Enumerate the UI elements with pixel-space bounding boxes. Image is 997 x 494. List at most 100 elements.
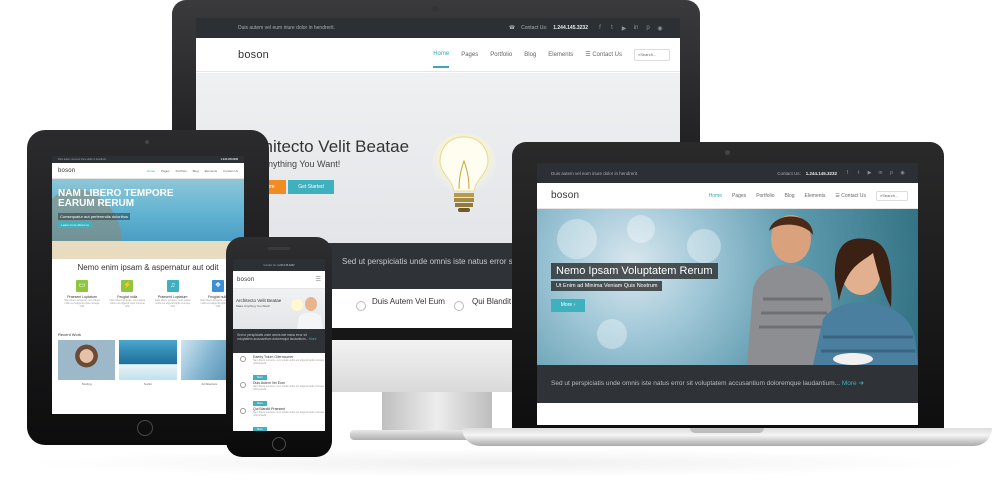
nav-blog[interactable]: Blog bbox=[524, 52, 536, 58]
nav-contact[interactable]: Contact Us bbox=[223, 169, 238, 173]
learn-more-button[interactable]: Learn more about us bbox=[58, 222, 92, 228]
hero-subtitle: Consequatur aut perferendis doloribus bbox=[58, 213, 131, 220]
logo[interactable]: boson bbox=[551, 190, 579, 201]
lightning-icon: ⚡ bbox=[121, 280, 134, 292]
nav-contact[interactable]: ☰ Contact Us bbox=[585, 51, 622, 58]
social-links: f t ▶ in p ◉ bbox=[842, 170, 908, 176]
search-placeholder: Search... bbox=[640, 52, 657, 57]
nav-elements[interactable]: Elements bbox=[205, 169, 218, 173]
nav-pages[interactable]: Pages bbox=[461, 52, 478, 58]
youtube-icon[interactable]: ▶ bbox=[618, 25, 630, 32]
music-icon: ♫ bbox=[166, 280, 179, 292]
laptop-camera bbox=[725, 150, 730, 155]
thumb-labels: Smiling Surfer Architecture bbox=[58, 382, 238, 386]
main-menu: Home Pages Portfolio Blog Elements ☰ Con… bbox=[433, 41, 670, 68]
nav-elements[interactable]: Elements bbox=[548, 52, 573, 58]
pinterest-icon[interactable]: p bbox=[642, 25, 654, 31]
twitter-icon[interactable]: t bbox=[606, 25, 618, 31]
hero-subtitle: Make Anything You Want! bbox=[236, 304, 271, 308]
twitter-icon[interactable]: t bbox=[853, 170, 864, 176]
hamburger-menu-icon[interactable]: ☰ bbox=[316, 276, 321, 283]
nav-blog[interactable]: Blog bbox=[785, 193, 795, 199]
man-portrait-image bbox=[291, 297, 323, 329]
phone-home-button[interactable] bbox=[272, 437, 286, 451]
pinterest-icon[interactable]: p bbox=[886, 170, 897, 176]
recent-work-gallery bbox=[58, 340, 238, 380]
navbar: boson Home Pages Portfolio Blog Elements… bbox=[196, 38, 680, 72]
navbar: boson Home Pages Portfolio Blog Elements… bbox=[52, 163, 244, 179]
bokeh-light bbox=[597, 319, 627, 349]
nav-home[interactable]: Home bbox=[433, 41, 450, 68]
logo[interactable]: boson bbox=[58, 168, 75, 174]
logo[interactable]: boson bbox=[237, 277, 254, 283]
section-heading: Nemo enim ipsam & aspernatur aut odit bbox=[77, 263, 219, 272]
tablet-home-button[interactable] bbox=[137, 420, 153, 436]
navbar: boson ☰ bbox=[233, 271, 325, 289]
service-item: ▭ Praesent Luptatum Nam libero tempore, cu… bbox=[62, 280, 102, 308]
thumb-label: Smiling bbox=[81, 382, 92, 386]
phone-speaker bbox=[268, 247, 290, 250]
logo[interactable]: boson bbox=[238, 49, 269, 61]
nav-pages[interactable]: Pages bbox=[161, 169, 170, 173]
item-text: Nam libero tempore, cum soluta nobis est… bbox=[253, 385, 325, 391]
phone-icon: ☎ bbox=[508, 25, 516, 31]
bokeh-light bbox=[687, 229, 721, 263]
top-bar: Duis autem vel eum iriure dolor in hendr… bbox=[196, 18, 680, 38]
nav-portfolio[interactable]: Portfolio bbox=[490, 52, 512, 58]
couple-photo-image bbox=[747, 215, 918, 365]
contact-label: Contact Us: bbox=[521, 25, 548, 31]
nav-elements[interactable]: Elements bbox=[805, 193, 826, 199]
nav-home[interactable]: Home bbox=[709, 193, 722, 199]
laptop-notch bbox=[690, 428, 764, 433]
nav-blog[interactable]: Blog bbox=[193, 169, 199, 173]
facebook-icon[interactable]: f bbox=[594, 25, 606, 31]
social-links: f t ▶ in p ◉ bbox=[594, 25, 666, 32]
rss-icon[interactable]: ◉ bbox=[654, 25, 666, 32]
more-link-label: More bbox=[841, 380, 857, 387]
arrow-circle-icon: ➔ bbox=[858, 380, 864, 387]
nav-pages[interactable]: Pages bbox=[732, 193, 746, 199]
list-item: Duis Autem Vel Eum Nam libero tempore, cu… bbox=[233, 379, 325, 406]
laptop-screen: Duis autem vel eum iriure dolor in hendr… bbox=[537, 163, 918, 425]
tablet-screen: Duis autem vel eum iriure dolor in hendr… bbox=[52, 156, 244, 414]
features-list: Eaerty Tolum Ollerncumer Nam libero tempo… bbox=[233, 353, 325, 431]
top-bar: Contact Us: 1.244.145.3232 bbox=[233, 259, 325, 271]
contact-info: 1.244.145.3232 bbox=[221, 158, 238, 161]
monitor-icon: ▭ bbox=[76, 280, 88, 292]
contact-info: ☎ Contact Us: 1.244.145.3232 f t ▶ in p … bbox=[509, 25, 666, 32]
portfolio-thumb[interactable] bbox=[119, 340, 177, 380]
top-bar: Duis autem vel eum iriure dolor in hendr… bbox=[537, 163, 918, 183]
navbar: boson Home Pages Portfolio Blog Elements… bbox=[537, 183, 918, 209]
service-text: Nam libero tempore, cum soluta nobis est… bbox=[64, 299, 100, 308]
portfolio-thumb[interactable] bbox=[58, 340, 116, 380]
services-row: ▭ Praesent Luptatum Nam libero tempore, cu… bbox=[62, 280, 238, 308]
facebook-icon[interactable]: f bbox=[842, 170, 853, 176]
more-button[interactable]: More bbox=[253, 427, 267, 431]
nav-portfolio[interactable]: Portfolio bbox=[756, 193, 774, 199]
search-input[interactable]: ⌕ Search... bbox=[634, 48, 670, 61]
main-menu: Home Pages Portfolio Blog Elements Conta… bbox=[147, 169, 238, 173]
linkedin-icon[interactable]: in bbox=[630, 25, 642, 31]
nav-portfolio[interactable]: Portfolio bbox=[176, 169, 187, 173]
top-tagline: Duis autem vel eum iriure dolor in hendr… bbox=[238, 25, 335, 31]
contact-phone: 1.244.145.3232 bbox=[553, 25, 588, 31]
feature-icon bbox=[356, 301, 366, 311]
intro-strip: Sed ut perspiciatis unde omnis iste natu… bbox=[233, 329, 325, 353]
more-link[interactable]: More ➔ bbox=[842, 380, 864, 387]
get-started-button[interactable]: Get Started bbox=[288, 180, 334, 194]
service-text: Nam libero tempore, cum soluta nobis est… bbox=[109, 299, 146, 308]
list-item: Eaerty Tolum Ollerncumer Nam libero tempo… bbox=[233, 353, 325, 380]
hero-title: Nemo Ipsam Voluptatem Rerum bbox=[551, 263, 718, 279]
linkedin-icon[interactable]: in bbox=[875, 170, 886, 176]
youtube-icon[interactable]: ▶ bbox=[864, 170, 875, 176]
hero-slider: Architecto Velit Beatae Make Anything Yo… bbox=[233, 289, 325, 329]
search-input[interactable]: ⌕ Search... bbox=[876, 190, 908, 201]
feature-icon bbox=[240, 356, 246, 362]
nav-contact[interactable]: ☰ Contact Us bbox=[835, 193, 866, 199]
more-link[interactable]: More bbox=[309, 337, 316, 341]
more-button[interactable]: More › bbox=[551, 299, 585, 312]
nav-home[interactable]: Home bbox=[147, 169, 155, 173]
feature-title: Duis Autem Vel Eum bbox=[372, 297, 445, 306]
rss-icon[interactable]: ◉ bbox=[897, 170, 908, 176]
search-placeholder: Search... bbox=[882, 193, 899, 198]
